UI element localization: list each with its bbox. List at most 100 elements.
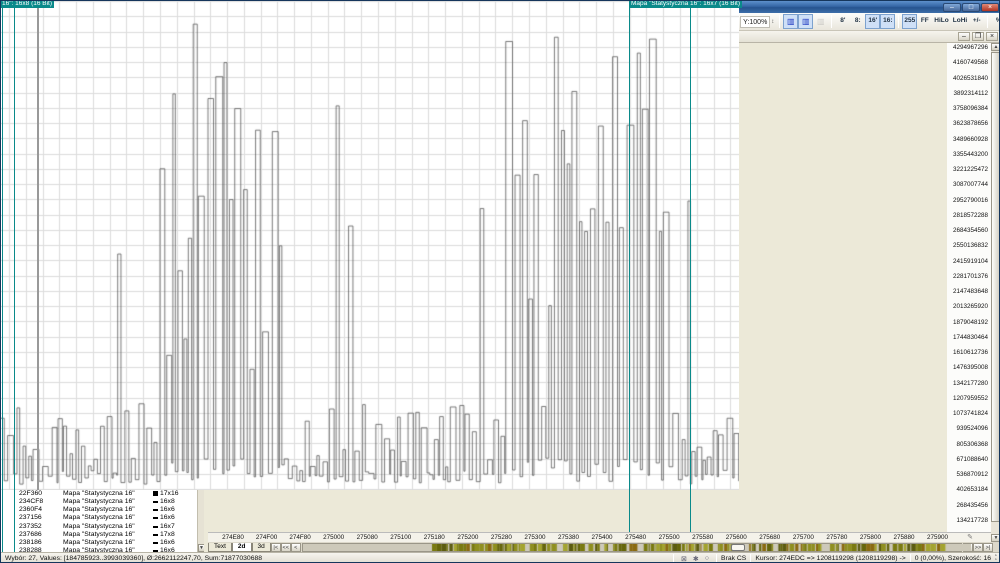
bit-8-hilo-icon[interactable]: 8: [850,14,865,29]
y-tick-label: 3892314112 [953,89,988,97]
scroll-last-button[interactable]: >| [983,542,993,552]
hexdump-2d-plot[interactable]: Mapa "Statystyczna 16": 16x8 (16 Bit) Ma… [1,1,743,562]
right-map-selection-rect [629,1,691,562]
y-tick-label: 4160749568 [952,59,988,67]
map-list-row[interactable]: 237156 Mapa "Statystyczna 16" 16x6 [1,514,197,522]
scroll-down-icon[interactable]: ▼ [991,534,999,542]
chart-vscrollbar[interactable]: ▲ ▼ [991,43,999,542]
tab-3d[interactable]: 3d [251,542,271,552]
resize-grip[interactable] [993,553,999,562]
y-tick-label: 402653184 [956,486,988,494]
hex-view-icon[interactable]: FF [917,14,932,29]
cursor-info: Kursor: 274EDC => 1208119298 (1208119298… [755,555,906,562]
scroll-up-icon[interactable]: ▲ [991,43,999,51]
bit-16-hilo-icon[interactable]: 16: [880,14,896,29]
map-list-row[interactable]: 2360F4 Mapa "Statystyczna 16" 16x6 [1,506,197,514]
percent-icon[interactable]: % [991,14,999,29]
y-tick-label: 1744830464 [952,333,988,341]
y-tick-label: 1073741824 [952,410,988,417]
y-tick-label: 1342177280 [952,379,988,387]
zoom-y-spinner[interactable]: Y:100% ↕ [740,15,774,28]
x-tick-label: 275080 [356,534,378,541]
close-button[interactable]: × [981,2,999,12]
spinner-arrows-icon[interactable]: ↕ [771,19,774,25]
map-size-indicator-icon [153,491,158,497]
y-tick-label: 4294967296 [952,44,988,51]
mdi-close-button[interactable]: × [986,32,998,41]
y-tick-label: 3758096384 [952,105,988,112]
selection-info: Wybór: 27, Values: [184785923..399303936… [5,555,263,562]
x-tick-label: 275680 [759,534,781,541]
y-tick-label: 1610612736 [952,349,988,356]
map-boundary-line [37,1,39,490]
bottom-bar: Text2d3d |< << < > >> >| [208,542,999,552]
decimal-view-icon[interactable]: 255 [902,14,918,29]
checksum-status: Brak CS [721,555,747,562]
y-tick-label: 805306368 [956,440,988,448]
x-tick-label: 274F80 [289,534,311,541]
mdi-restore-button[interactable]: ❐ [972,32,984,41]
y-tick-label: 671088640 [956,455,988,463]
x-tick-label: 275500 [658,534,680,541]
minimize-button[interactable]: – [943,2,961,12]
map-size-indicator-icon [153,509,158,512]
tab-2d[interactable]: 2d [231,542,252,552]
status-led2-icon: ○ [704,555,710,562]
view-2d-icon[interactable]: ▥ [783,14,799,29]
checksum-state-icon: ⊠ [681,555,687,563]
minimap-thumb[interactable] [730,543,745,551]
y-tick-label: 268435456 [956,501,988,509]
x-tick-label: 275480 [625,534,647,541]
lohi-order-icon[interactable]: LoHi [951,14,969,29]
view-3d-icon[interactable]: ▥ [813,14,828,29]
signed-icon[interactable]: +/- [969,14,984,29]
y-tick-label: 2281701376 [952,272,988,280]
scrollbar-corner [993,542,999,552]
map-list-row[interactable]: 237352 Mapa "Statystyczna 16" 16x7 [1,523,197,531]
scroll-fast-left-button[interactable]: << [280,542,291,552]
map-size-indicator-icon [153,542,158,545]
scroll-left-button[interactable]: < [290,542,301,552]
map-list-row[interactable]: 238186 Mapa "Statystyczna 16" 16x6 [1,539,197,547]
y-tick-label: 1207959552 [952,394,988,402]
y-tick-label: 3221225472 [952,166,988,173]
view-tabs: Text 2d 3d [208,542,271,552]
y-tick-label: 2684354560 [952,227,988,234]
hilo-order-icon[interactable]: HiLo [932,14,950,29]
x-tick-label: 275380 [557,534,580,541]
bit-16-lohi-icon[interactable]: 16' [865,14,881,29]
toolbar-separator [831,15,833,28]
scroll-fast-right-button[interactable]: >> [973,542,983,552]
zoom_y-value: Y:100% [740,15,771,28]
left-map-selection-rect [2,1,15,562]
y-tick-label: 3087007744 [952,181,988,189]
y-tick-label: 3489660928 [952,135,988,143]
y-tick-label: 2147483648 [952,288,988,295]
map-list-row[interactable]: 22F360 Mapa "Statystyczna 16" 17x16 [1,490,197,498]
y-tick-label: 1476395008 [952,364,988,372]
maximize-button[interactable]: □ [962,2,980,12]
bit-8-lohi-icon[interactable]: 8' [835,14,850,29]
status-bar: Wybór: 27, Values: [184785923..399303936… [1,552,999,563]
scrollbar-thumb[interactable] [991,52,999,522]
map-list-row[interactable]: 234CF8 Mapa "Statystyczna 16" 16x8 [1,498,197,506]
toolbar-separator [987,15,989,28]
edit-cursor-icon: ✎ [967,534,973,541]
map-list-row[interactable]: 237686 Mapa "Statystyczna 16" 17x8 [1,531,197,539]
width-info: 0 (0,00%), Szerokość: 16 [914,555,991,562]
y-tick-label: 2952790016 [952,196,988,204]
left-map-label: Mapa "Statystyczna 16": 16x8 (16 Bit) [1,1,55,8]
y-tick-label: 2013265920 [952,303,988,311]
winols-window: WinOLS - Ford Mondeo (Oryginal), , Hexdu… [0,0,1000,563]
mdi-minimize-button[interactable]: – [958,32,970,41]
x-tick-label: 275180 [423,534,445,541]
x-tick-label: 275200 [457,534,479,541]
y-tick-label: 3355443200 [952,150,988,158]
tab-text[interactable]: Text [208,542,232,552]
x-tick-label: 275100 [390,534,412,541]
view-columns-icon[interactable]: ▥ [798,14,814,29]
y-tick-label: 536870912 [956,471,988,478]
address-minimap-scrollbar[interactable] [301,542,971,552]
x-tick-label: 275800 [859,534,881,541]
scroll-first-button[interactable]: |< [270,542,281,552]
